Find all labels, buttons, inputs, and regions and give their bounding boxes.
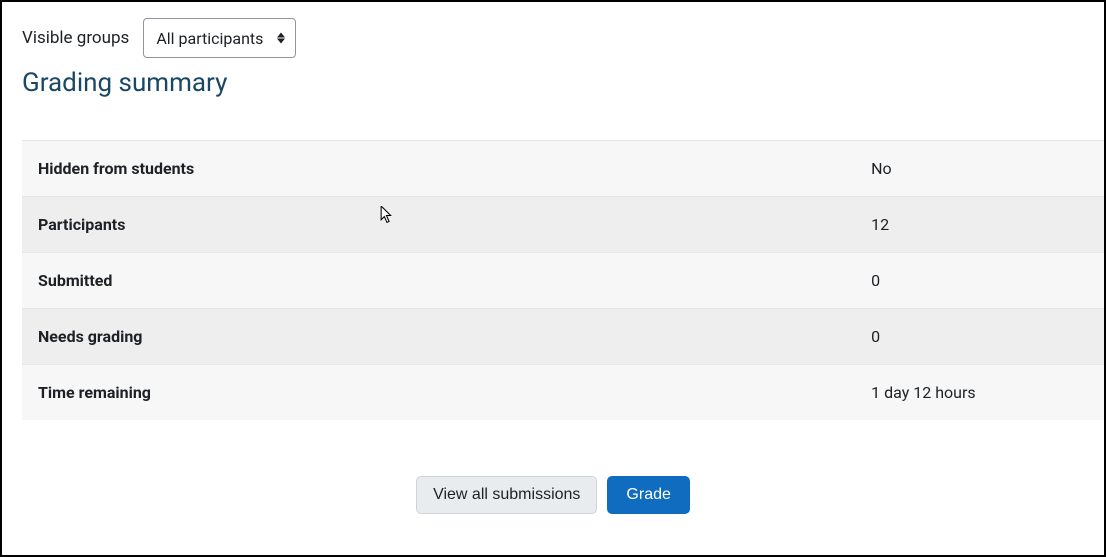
grade-button[interactable]: Grade xyxy=(607,476,689,514)
actions-row: View all submissions Grade xyxy=(2,476,1104,514)
table-row: Needs grading 0 xyxy=(22,309,1104,365)
row-label: Hidden from students xyxy=(22,141,855,197)
visible-groups-row: Visible groups All participants xyxy=(2,18,1104,58)
sort-icon xyxy=(277,33,285,44)
row-value: 12 xyxy=(855,197,1104,253)
row-value: 0 xyxy=(855,309,1104,365)
grading-summary-heading: Grading summary xyxy=(2,68,1104,98)
table-row: Participants 12 xyxy=(22,197,1104,253)
row-value: No xyxy=(855,141,1104,197)
view-all-submissions-button[interactable]: View all submissions xyxy=(416,476,597,514)
table-row: Time remaining 1 day 12 hours xyxy=(22,365,1104,421)
page-container: Visible groups All participants Grading … xyxy=(0,0,1106,557)
row-label: Participants xyxy=(22,197,855,253)
row-value: 0 xyxy=(855,253,1104,309)
row-value: 1 day 12 hours xyxy=(855,365,1104,421)
row-label: Needs grading xyxy=(22,309,855,365)
visible-groups-select[interactable]: All participants xyxy=(143,18,296,58)
table-row: Hidden from students No xyxy=(22,141,1104,197)
grading-summary-table: Hidden from students No Participants 12 … xyxy=(22,140,1104,420)
row-label: Time remaining xyxy=(22,365,855,421)
visible-groups-selected: All participants xyxy=(156,29,263,48)
table-row: Submitted 0 xyxy=(22,253,1104,309)
visible-groups-label: Visible groups xyxy=(22,28,129,48)
row-label: Submitted xyxy=(22,253,855,309)
